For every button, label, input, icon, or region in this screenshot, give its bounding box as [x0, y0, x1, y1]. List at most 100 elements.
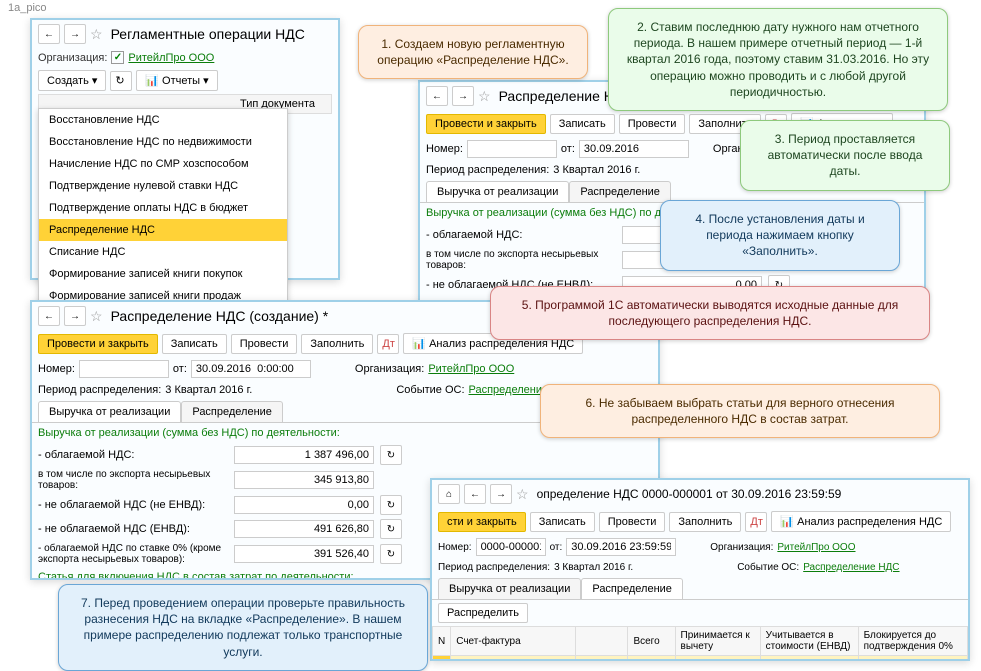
post-and-close-button[interactable]: Провести и закрыть — [426, 114, 546, 134]
menu-item[interactable]: Восстановление НДС по недвижимости — [39, 131, 287, 153]
nonvat-label: - не облагаемой НДС (не ЕНВД): — [38, 499, 228, 511]
window-title: Регламентные операции НДС — [111, 26, 305, 42]
callout-5: 5. Программой 1С автоматически выводятся… — [490, 286, 930, 340]
favorite-icon[interactable]: ☆ — [478, 88, 491, 105]
org-checkbox[interactable]: ✓ — [111, 51, 124, 64]
col-note[interactable] — [575, 627, 628, 656]
post-and-close-button[interactable]: сти и закрыть — [438, 512, 526, 532]
date-label: от: — [550, 542, 563, 553]
fill-button[interactable]: Заполнить — [301, 334, 373, 354]
org-label: Организация: — [710, 542, 773, 553]
post-button[interactable]: Провести — [619, 114, 686, 134]
write-button[interactable]: Записать — [162, 334, 227, 354]
vat-taxable-input[interactable] — [234, 446, 374, 464]
date-input[interactable] — [191, 360, 311, 378]
back-button[interactable]: ← — [464, 484, 486, 504]
export-label: в том числе по экспорта несырьевых товар… — [38, 469, 228, 491]
date-input[interactable] — [566, 538, 676, 556]
home-icon[interactable]: ⌂ — [438, 484, 460, 504]
menu-item[interactable]: Восстановление НДС — [39, 109, 287, 131]
distribute-button[interactable]: Распределить — [438, 603, 528, 623]
post-button[interactable]: Провести — [599, 512, 666, 532]
period-value: 3 Квартал 2016 г. — [165, 384, 252, 396]
tab-distribution[interactable]: Распределение — [581, 578, 683, 599]
favorite-icon[interactable]: ☆ — [90, 26, 103, 43]
col-invoice[interactable]: Счет-фактура — [451, 627, 576, 656]
menu-item[interactable]: Списание НДС — [39, 241, 287, 263]
back-button[interactable]: ← — [38, 306, 60, 326]
org-link[interactable]: РитейлПро ООО — [428, 363, 514, 375]
col-deduct[interactable]: Принимается к вычету — [675, 627, 760, 656]
forward-button[interactable]: → — [490, 484, 512, 504]
org-label: Организация: — [38, 52, 107, 64]
movements-icon[interactable]: Дт — [745, 512, 767, 532]
org-link[interactable]: РитейлПро ООО — [128, 52, 214, 64]
favorite-icon[interactable]: ☆ — [516, 486, 529, 503]
date-input[interactable] — [579, 140, 689, 158]
forward-button[interactable]: → — [64, 306, 86, 326]
envd-label: - не облагаемой НДС (ЕНВД): — [38, 523, 228, 535]
forward-button[interactable]: → — [64, 24, 86, 44]
zero-rate-input[interactable] — [234, 545, 374, 563]
col-envd[interactable]: Учитывается в стоимости (ЕНВД) — [760, 627, 858, 656]
menu-item-distribution[interactable]: Распределение НДС — [39, 219, 287, 241]
back-button[interactable]: ← — [426, 86, 448, 106]
vat-taxable-label: - облагаемой НДС: — [426, 229, 616, 241]
refresh-icon[interactable] — [380, 445, 402, 465]
number-input[interactable] — [476, 538, 546, 556]
event-label: Событие ОС: — [396, 384, 464, 396]
refresh-icon[interactable] — [380, 495, 402, 515]
date-label: от: — [561, 143, 575, 155]
menu-item[interactable]: Формирование записей книги покупок — [39, 263, 287, 285]
window-title: определение НДС 0000-000001 от 30.09.201… — [537, 487, 842, 501]
menu-item[interactable]: Подтверждение оплаты НДС в бюджет — [39, 197, 287, 219]
back-button[interactable]: ← — [38, 24, 60, 44]
number-label: Номер: — [426, 143, 463, 155]
callout-7: 7. Перед проведением операции проверьте … — [58, 584, 428, 671]
write-button[interactable]: Записать — [530, 512, 595, 532]
create-menu: Восстановление НДС Восстановление НДС по… — [38, 108, 288, 308]
col-total[interactable]: Всего — [628, 627, 675, 656]
vat-taxable-label: - облагаемой НДС: — [38, 449, 228, 461]
movements-icon[interactable]: Дт — [377, 334, 399, 354]
number-input[interactable] — [79, 360, 169, 378]
create-button[interactable]: Создать ▾ — [38, 70, 106, 91]
org-link[interactable]: РитейлПро ООО — [777, 542, 855, 553]
period-label: Период распределения: — [38, 384, 161, 396]
tab-distribution[interactable]: Распределение — [569, 181, 671, 202]
reports-button[interactable]: 📊 Отчеты ▾ — [136, 70, 217, 91]
menu-item[interactable]: Начисление НДС по СМР хозспособом — [39, 153, 287, 175]
period-value: 3 Квартал 2016 г. — [554, 562, 633, 573]
refresh-icon[interactable] — [380, 544, 402, 564]
number-label: Номер: — [38, 363, 75, 375]
page-label: 1a_pico — [8, 2, 47, 14]
callout-1: 1. Создаем новую регламентную операцию «… — [358, 25, 588, 79]
window-vat-operations: ← → ☆ Регламентные операции НДС Организа… — [30, 18, 340, 280]
period-label: Период распределения: — [438, 562, 550, 573]
analysis-button[interactable]: 📊 Анализ распределения НДС — [771, 511, 951, 532]
refresh-icon[interactable]: ↻ — [110, 71, 132, 91]
period-value: 3 Квартал 2016 г. — [553, 164, 640, 176]
fill-button[interactable]: Заполнить — [669, 512, 741, 532]
forward-button[interactable]: → — [452, 86, 474, 106]
tab-distribution[interactable]: Распределение — [181, 401, 283, 422]
post-button[interactable]: Провести — [231, 334, 298, 354]
favorite-icon[interactable]: ☆ — [90, 308, 103, 325]
write-button[interactable]: Записать — [550, 114, 615, 134]
post-and-close-button[interactable]: Провести и закрыть — [38, 334, 158, 354]
number-input[interactable] — [467, 140, 557, 158]
refresh-icon[interactable] — [380, 519, 402, 539]
envd-input[interactable] — [234, 520, 374, 538]
col-n[interactable]: N — [433, 627, 451, 656]
window-distribution-posted: ⌂ ← → ☆ определение НДС 0000-000001 от 3… — [430, 478, 970, 661]
table-row[interactable]: 1 Автотрейд сумма без НД... 185 292,37 1… — [433, 656, 968, 662]
export-input[interactable] — [234, 471, 374, 489]
tab-revenue[interactable]: Выручка от реализации — [38, 401, 181, 422]
tab-revenue[interactable]: Выручка от реализации — [426, 181, 569, 202]
col-block[interactable]: Блокируется до подтверждения 0% — [858, 627, 967, 656]
nonvat-input[interactable] — [234, 496, 374, 514]
event-link[interactable]: Распределение НДС — [803, 562, 899, 573]
menu-item[interactable]: Подтверждение нулевой ставки НДС — [39, 175, 287, 197]
tab-revenue[interactable]: Выручка от реализации — [438, 578, 581, 599]
callout-4: 4. После установления даты и периода наж… — [660, 200, 900, 271]
